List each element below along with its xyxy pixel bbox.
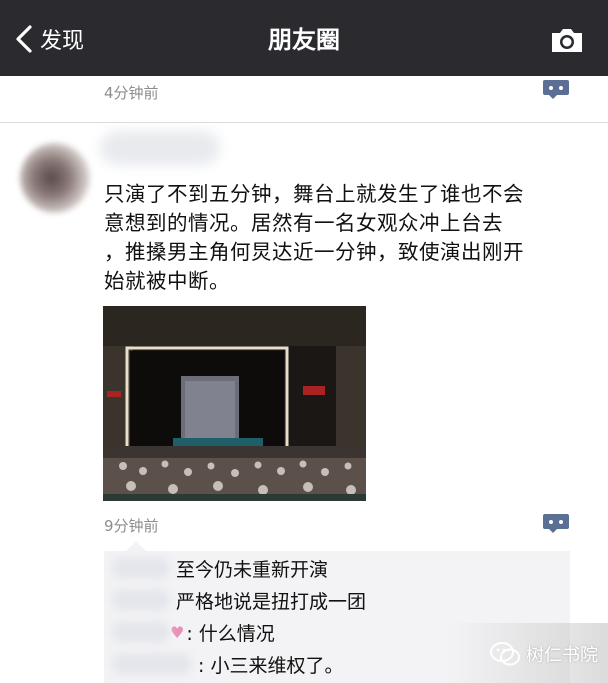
comment-icon[interactable] [543, 514, 569, 533]
comment-text: : 什么情况 [186, 622, 275, 645]
watermark-text: 树仁书院 [526, 645, 598, 666]
post-text-line: 意想到的情况。居然有一名女观众冲上台去 [104, 211, 503, 235]
post-text-line: 始就被中断。 [104, 269, 230, 293]
commenter-name-blurred[interactable] [112, 557, 170, 579]
page-title: 朋友圈 [268, 26, 340, 54]
commenter-name-blurred[interactable] [112, 621, 170, 643]
comment-icon[interactable] [543, 80, 569, 99]
wechat-logo-icon [490, 642, 520, 666]
list-item[interactable]: : 小三来维权了。 [104, 649, 343, 679]
post-photo[interactable] [103, 306, 366, 501]
camera-icon[interactable] [550, 26, 584, 54]
post-time: 9分钟前 [104, 517, 159, 535]
previous-post-footer: 4分钟前 [0, 76, 608, 122]
post-time: 4分钟前 [104, 84, 159, 102]
user-name-blurred[interactable] [100, 131, 220, 165]
post-text: 只演了不到五分钟，舞台上就发生了谁也不会 意想到的情况。居然有一名女观众冲上台去… [104, 180, 574, 296]
commenter-name-blurred[interactable] [112, 589, 170, 611]
list-item[interactable]: ♥ : 什么情况 [104, 617, 275, 647]
comment-text: : 小三来维权了。 [198, 654, 344, 677]
watermark: 树仁书院 [490, 641, 598, 667]
heart-icon: ♥ [170, 622, 185, 642]
moments-post: 只演了不到五分钟，舞台上就发生了谁也不会 意想到的情况。居然有一名女观众冲上台去… [0, 123, 608, 683]
comment-text: 严格地说是扭打成一团 [176, 590, 367, 613]
top-nav-bar: 发现 朋友圈 [0, 0, 608, 76]
list-item[interactable]: 严格地说是扭打成一团 [104, 585, 366, 615]
commenter-name-blurred[interactable] [112, 653, 192, 675]
post-text-line: 只演了不到五分钟，舞台上就发生了谁也不会 [104, 182, 524, 206]
list-item[interactable]: 至今仍未重新开演 [104, 553, 328, 583]
post-text-line: ，推搡男主角何炅达近一分钟，致使演出刚开 [104, 240, 524, 264]
avatar[interactable] [20, 143, 90, 213]
comment-text: 至今仍未重新开演 [176, 558, 329, 581]
